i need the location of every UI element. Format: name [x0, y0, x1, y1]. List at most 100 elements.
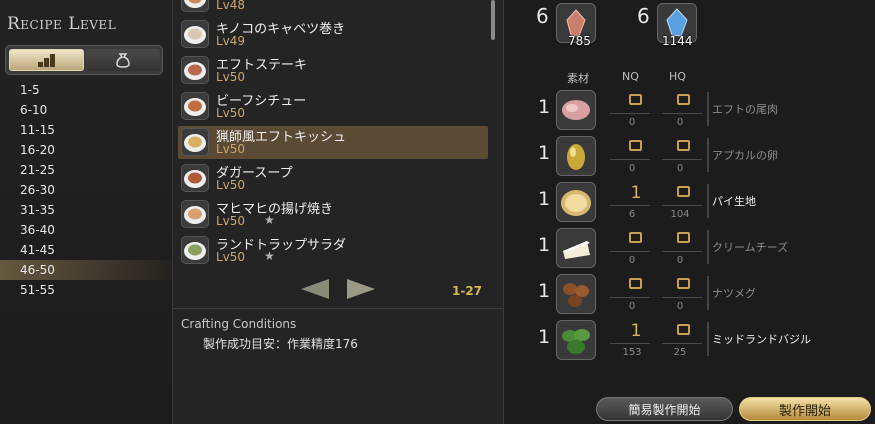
- material-row: 1 1 6 104 パイ生地: [504, 180, 875, 226]
- dish-icon: [181, 92, 209, 120]
- level-item[interactable]: 26-30: [0, 180, 172, 200]
- star-icon: ★: [264, 249, 275, 263]
- divider: [662, 343, 702, 344]
- hq-quantity-box[interactable]: [677, 140, 690, 151]
- nq-owned-count: 6: [628, 209, 636, 220]
- level-item[interactable]: 1-5: [0, 80, 172, 100]
- crystal-required-count: 6: [536, 4, 549, 28]
- level-item[interactable]: 16-20: [0, 140, 172, 160]
- material-row: 1 0 0 クリームチーズ: [504, 226, 875, 272]
- hq-quantity-box[interactable]: [677, 324, 690, 335]
- level-item[interactable]: 21-25: [0, 160, 172, 180]
- level-sort-button[interactable]: [9, 49, 84, 71]
- crystal-owned-count: 1144: [662, 34, 693, 48]
- recipe-detail-panel: 6 785 6 1144 素材 NQ HQ 1 0 0 エフトの尾肉 1 0 0 アプカルの卵…: [504, 0, 875, 424]
- divider: [707, 276, 709, 310]
- nq-owned-count: 0: [628, 117, 636, 128]
- material-required-qty: 1: [538, 188, 551, 210]
- level-list: 1-5 6-10 11-15 16-20 21-25 26-30 31-35 36-40 41-…: [0, 80, 172, 300]
- dish-icon: [181, 20, 209, 48]
- material-name: ナツメグ: [712, 287, 756, 300]
- nq-quantity-box[interactable]: [629, 94, 642, 105]
- level-item[interactable]: 6-10: [0, 100, 172, 120]
- recipe-level: Lv50: [216, 214, 246, 228]
- crystal-owned-count: 785: [568, 34, 591, 48]
- level-item[interactable]: 36-40: [0, 220, 172, 240]
- divider: [173, 308, 503, 309]
- level-item[interactable]: 31-35: [0, 200, 172, 220]
- bag-sort-button[interactable]: [85, 49, 160, 71]
- level-item[interactable]: 51-55: [0, 280, 172, 300]
- nq-quantity-box[interactable]: [629, 278, 642, 289]
- divider: [610, 159, 650, 160]
- nq-quantity-box[interactable]: [629, 140, 642, 151]
- egg-icon[interactable]: [556, 136, 596, 176]
- material-name: アプカルの卵: [712, 149, 778, 162]
- quick-synthesis-button[interactable]: 簡易製作開始: [596, 397, 733, 421]
- nq-selected-qty[interactable]: 1: [626, 321, 646, 341]
- divider: [610, 113, 650, 114]
- divider: [707, 322, 709, 356]
- nq-owned-count: 0: [628, 255, 636, 266]
- material-required-qty: 1: [538, 280, 551, 302]
- material-name: エフトの尾肉: [712, 103, 778, 116]
- bar-steps-icon: [37, 54, 55, 67]
- nq-quantity-box[interactable]: [629, 232, 642, 243]
- divider: [610, 251, 650, 252]
- recipe-item[interactable]: ランドトラップサラダ Lv50 ★: [178, 234, 488, 267]
- nq-owned-count: 0: [628, 163, 636, 174]
- dish-icon: [181, 164, 209, 192]
- hq-owned-count: 0: [676, 301, 684, 312]
- next-page-arrow-icon[interactable]: [347, 279, 375, 299]
- divider: [662, 251, 702, 252]
- recipe-scrollbar[interactable]: [491, 0, 495, 40]
- level-item[interactable]: 46-50: [0, 260, 172, 280]
- recipe-item[interactable]: ビーフシチュー Lv50: [178, 90, 488, 123]
- hq-owned-count: 0: [676, 163, 684, 174]
- material-row: 1 0 0 ナツメグ: [504, 272, 875, 318]
- hq-owned-count: 0: [676, 255, 684, 266]
- meat-icon[interactable]: [556, 90, 596, 130]
- nq-selected-qty[interactable]: 1: [626, 183, 646, 203]
- recipe-item[interactable]: キノコのキャベツ巻き Lv49: [178, 18, 488, 51]
- recipe-level: Lv50: [216, 142, 246, 156]
- recipe-item[interactable]: マヒマヒの揚げ焼き Lv50 ★: [178, 198, 488, 231]
- hq-quantity-box[interactable]: [677, 232, 690, 243]
- material-required-qty: 1: [538, 326, 551, 348]
- recipe-item[interactable]: 猟師風エフトキッシュ Lv50: [178, 126, 488, 159]
- divider: [610, 205, 650, 206]
- hq-quantity-box[interactable]: [677, 278, 690, 289]
- pie-crust-icon[interactable]: [556, 182, 596, 222]
- divider: [662, 297, 702, 298]
- hq-quantity-box[interactable]: [677, 94, 690, 105]
- recipe-level-panel: Recipe Level 1-5 6-10 11-15 16-20 21-25 26-30…: [0, 0, 173, 424]
- level-item[interactable]: 41-45: [0, 240, 172, 260]
- basil-icon[interactable]: [556, 320, 596, 360]
- level-item[interactable]: 11-15: [0, 120, 172, 140]
- hq-quantity-box[interactable]: [677, 186, 690, 197]
- recipe-item[interactable]: エフトステーキ Lv50: [178, 54, 488, 87]
- material-name: ミッドランドバジル: [712, 333, 811, 346]
- synthesize-button[interactable]: 製作開始: [739, 397, 871, 421]
- dish-icon: [181, 236, 209, 264]
- divider: [707, 230, 709, 264]
- recipe-level: Lv48: [216, 0, 246, 12]
- recipe-level: Lv50: [216, 250, 246, 264]
- divider: [707, 184, 709, 218]
- nq-header: NQ: [622, 70, 639, 83]
- recipe-item[interactable]: Lv48: [178, 0, 488, 15]
- material-row: 1 0 0 アプカルの卵: [504, 134, 875, 180]
- prev-page-arrow-icon[interactable]: [301, 279, 329, 299]
- material-required-qty: 1: [538, 234, 551, 256]
- recipe-level: Lv49: [216, 34, 246, 48]
- nutmeg-icon[interactable]: [556, 274, 596, 314]
- cheese-icon[interactable]: [556, 228, 596, 268]
- divider: [662, 113, 702, 114]
- dish-icon: [181, 200, 209, 228]
- crafting-conditions-text: 製作成功目安：作業精度176: [203, 337, 358, 351]
- divider: [662, 205, 702, 206]
- recipe-level-title: Recipe Level: [7, 14, 117, 34]
- divider: [610, 297, 650, 298]
- recipe-item[interactable]: ダガースープ Lv50: [178, 162, 488, 195]
- pouch-icon: [115, 53, 130, 68]
